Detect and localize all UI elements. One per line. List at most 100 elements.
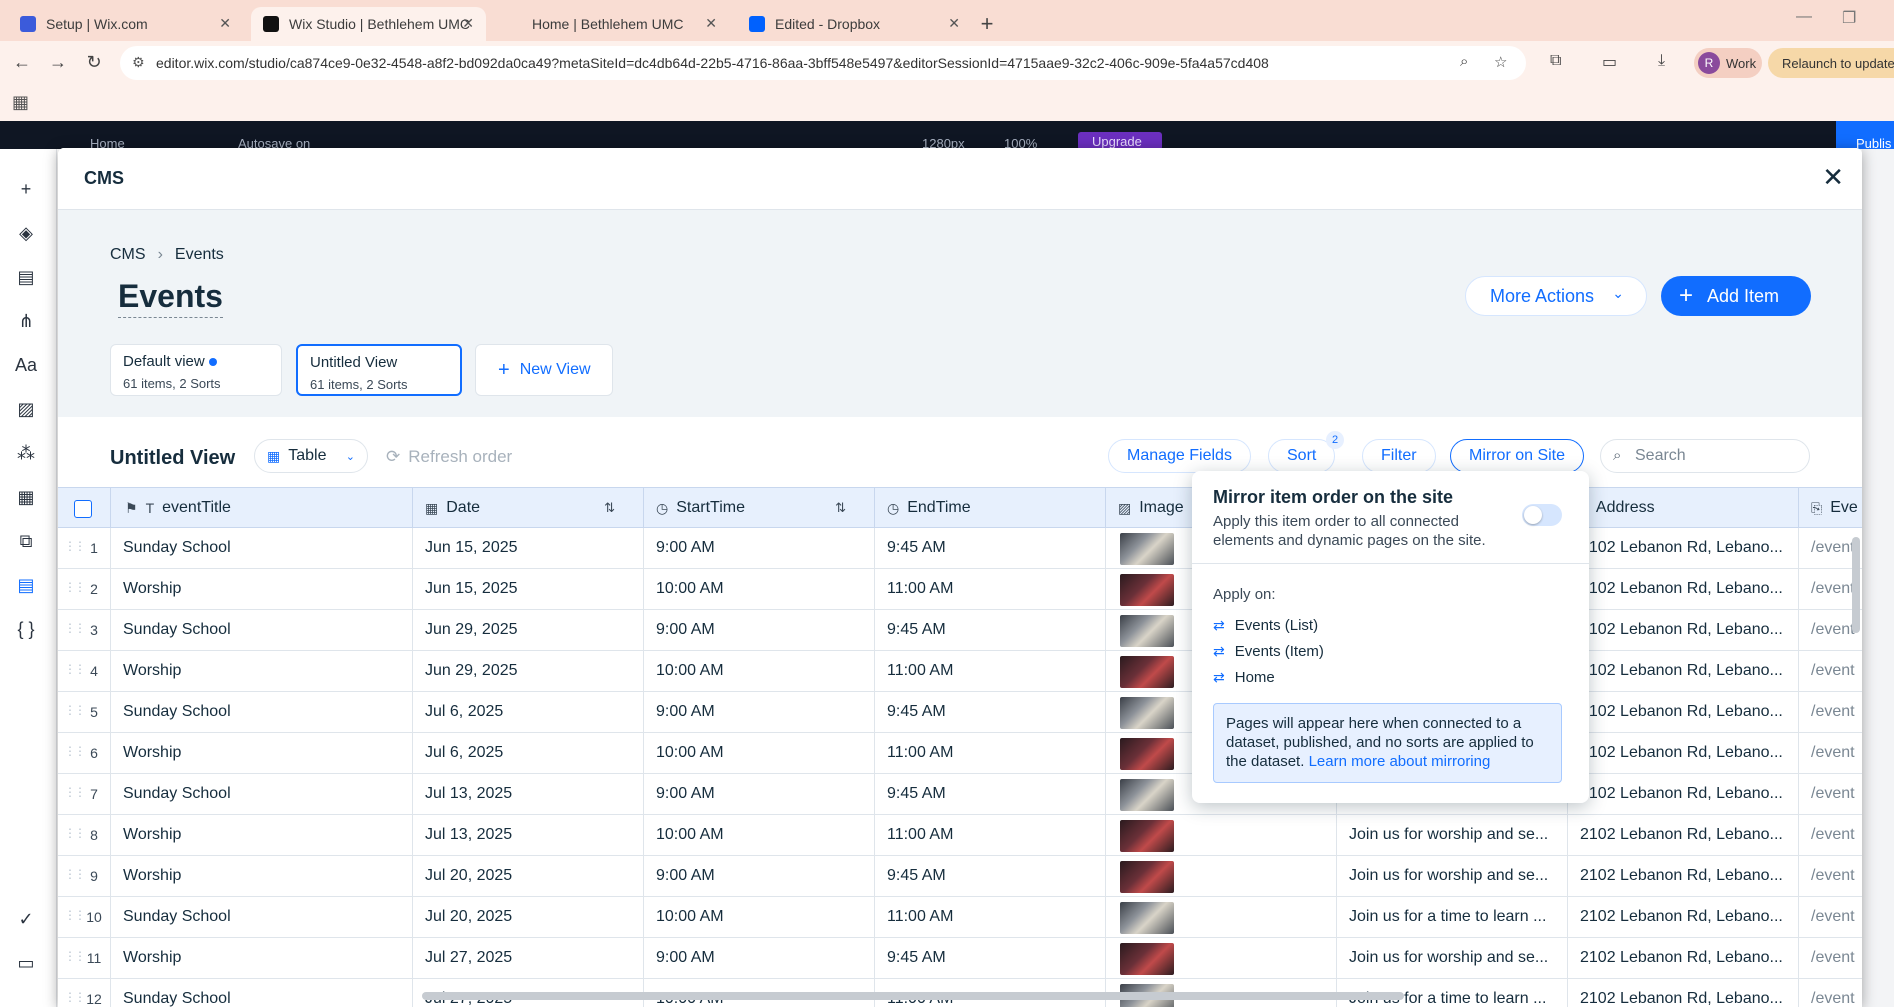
zoom-icon[interactable]: ⌕	[1460, 53, 1468, 70]
browser-tab-setup[interactable]: Setup | Wix.com ✕	[8, 7, 243, 41]
table-row[interactable]: ⋮⋮ 1 Sunday School Jun 15, 2025 9:00 AM 9:45 …	[58, 528, 1862, 569]
breadcrumb-cms-link[interactable]: CMS	[110, 246, 146, 263]
reload-icon[interactable]: ↻	[78, 52, 110, 73]
cell-address[interactable]: 2102 Lebanon Rd, Lebano...	[1568, 979, 1799, 1007]
sort-button[interactable]: Sort	[1268, 439, 1336, 473]
cell-endtime[interactable]: 11:00 AM	[875, 569, 1106, 609]
cell-eventtitle[interactable]: Worship	[111, 733, 413, 773]
cell-date[interactable]: Jul 13, 2025	[413, 774, 644, 814]
business-apps-icon[interactable]: ⧉	[14, 531, 38, 552]
cell-description[interactable]: Join us for worship and se...	[1337, 938, 1568, 978]
cell-eventtitle[interactable]: Worship	[111, 856, 413, 896]
cell-address[interactable]: 2102 Lebanon Rd, Lebano...	[1568, 938, 1799, 978]
browser-tab-wix-studio[interactable]: Wix Studio | Bethlehem UMC ✕	[251, 7, 486, 41]
cell-endtime[interactable]: 11:00 AM	[875, 815, 1106, 855]
relaunch-button[interactable]: Relaunch to update	[1768, 48, 1894, 78]
cell-slug[interactable]: /event	[1799, 856, 1862, 896]
search-field[interactable]: ⌕ Search	[1600, 439, 1810, 473]
forward-icon[interactable]: →	[42, 52, 74, 73]
event-image-thumbnail[interactable]	[1120, 615, 1174, 647]
cms-icon[interactable]: ▤	[14, 575, 38, 596]
table-row[interactable]: ⋮⋮ 2 Worship Jun 15, 2025 10:00 AM 11:00 AM 21…	[58, 569, 1862, 610]
cell-slug[interactable]: /event	[1799, 774, 1862, 814]
cell-endtime[interactable]: 11:00 AM	[875, 733, 1106, 773]
event-image-thumbnail[interactable]	[1120, 533, 1174, 565]
event-image-thumbnail[interactable]	[1120, 656, 1174, 688]
cell-address[interactable]: 2102 Lebanon Rd, Lebano...	[1568, 774, 1799, 814]
restore-icon[interactable]: ❐	[1842, 8, 1856, 28]
cell-endtime[interactable]: 9:45 AM	[875, 938, 1106, 978]
mirror-order-toggle[interactable]	[1522, 504, 1562, 526]
cell-endtime[interactable]: 9:45 AM	[875, 692, 1106, 732]
cast-icon[interactable]: ▭	[1602, 52, 1617, 72]
cell-date[interactable]: Jul 20, 2025	[413, 897, 644, 937]
pages-icon[interactable]: ▤	[14, 267, 38, 288]
cell-date[interactable]: Jul 27, 2025	[413, 938, 644, 978]
cell-address[interactable]: 2102 Lebanon Rd, Lebano...	[1568, 733, 1799, 773]
cell-address[interactable]: 2102 Lebanon Rd, Lebano...	[1568, 569, 1799, 609]
select-all-checkbox[interactable]	[74, 500, 92, 518]
event-image-thumbnail[interactable]	[1120, 902, 1174, 934]
cell-eventtitle[interactable]: Sunday School	[111, 979, 413, 1007]
manage-fields-button[interactable]: Manage Fields	[1108, 439, 1251, 473]
cell-image[interactable]	[1106, 897, 1337, 937]
site-structure-icon[interactable]: ⋔	[14, 311, 38, 332]
app-market-icon[interactable]: ▦	[14, 487, 38, 508]
cell-endtime[interactable]: 11:00 AM	[875, 651, 1106, 691]
cell-starttime[interactable]: 9:00 AM	[644, 692, 875, 732]
cell-date[interactable]: Jun 15, 2025	[413, 569, 644, 609]
column-header-address[interactable]: ⌖ Address	[1568, 488, 1799, 528]
browser-tab-home[interactable]: Home | Bethlehem UMC ✕	[494, 7, 729, 41]
cell-address[interactable]: 2102 Lebanon Rd, Lebano...	[1568, 692, 1799, 732]
close-icon[interactable]: ✕	[1822, 162, 1844, 193]
table-row[interactable]: ⋮⋮ 9 Worship Jul 20, 2025 9:00 AM 9:45 AM Join…	[58, 856, 1862, 897]
filter-button[interactable]: Filter	[1362, 439, 1436, 473]
address-bar[interactable]: ⚙ editor.wix.com/studio/ca874ce9-0e32-45…	[120, 46, 1526, 80]
table-row[interactable]: ⋮⋮ 7 Sunday School Jul 13, 2025 9:00 AM 9:45 …	[58, 774, 1862, 815]
cell-starttime[interactable]: 9:00 AM	[644, 528, 875, 568]
cell-starttime[interactable]: 10:00 AM	[644, 897, 875, 937]
media-icon[interactable]: ▨	[14, 399, 38, 420]
cell-slug[interactable]: /event	[1799, 897, 1862, 937]
cell-eventtitle[interactable]: Worship	[111, 651, 413, 691]
learn-more-mirroring-link[interactable]: Learn more about mirroring	[1309, 753, 1491, 770]
cell-eventtitle[interactable]: Sunday School	[111, 610, 413, 650]
minimize-icon[interactable]: —	[1796, 8, 1812, 26]
table-row[interactable]: ⋮⋮ 8 Worship Jul 13, 2025 10:00 AM 11:00 AM Jo…	[58, 815, 1862, 856]
close-tab-icon[interactable]: ✕	[705, 15, 717, 32]
cell-starttime[interactable]: 9:00 AM	[644, 856, 875, 896]
theme-icon[interactable]: Aa	[14, 355, 38, 376]
column-header-date[interactable]: ▦ Date ⇅	[413, 488, 644, 528]
cell-date[interactable]: Jun 29, 2025	[413, 651, 644, 691]
download-icon[interactable]: ⤓	[1658, 52, 1665, 70]
new-tab-icon[interactable]: +	[972, 7, 1002, 41]
cell-slug[interactable]: /event	[1799, 733, 1862, 773]
cell-date[interactable]: Jul 20, 2025	[413, 856, 644, 896]
add-item-button[interactable]: + Add Item	[1661, 276, 1811, 316]
cell-image[interactable]	[1106, 938, 1337, 978]
checklist-icon[interactable]: ✓	[14, 909, 38, 930]
page-title[interactable]: Events	[118, 278, 223, 318]
cell-image[interactable]	[1106, 815, 1337, 855]
table-row[interactable]: ⋮⋮ 5 Sunday School Jul 6, 2025 9:00 AM 9:45 A…	[58, 692, 1862, 733]
cell-endtime[interactable]: 9:45 AM	[875, 774, 1106, 814]
event-image-thumbnail[interactable]	[1120, 861, 1174, 893]
cell-date[interactable]: Jul 6, 2025	[413, 733, 644, 773]
apps-grid-icon[interactable]: ▦	[12, 92, 29, 113]
view-card-untitled[interactable]: Untitled View 61 items, 2 Sorts	[296, 344, 462, 396]
view-card-default[interactable]: Default view 61 items, 2 Sorts	[110, 344, 282, 396]
cell-image[interactable]	[1106, 856, 1337, 896]
cell-endtime[interactable]: 9:45 AM	[875, 610, 1106, 650]
cell-slug[interactable]: /event	[1799, 692, 1862, 732]
cell-endtime[interactable]: 11:00 AM	[875, 897, 1106, 937]
event-image-thumbnail[interactable]	[1120, 738, 1174, 770]
new-view-button[interactable]: + New View	[475, 344, 613, 396]
cell-date[interactable]: Jun 15, 2025	[413, 528, 644, 568]
column-header-slug[interactable]: ⎘ Eve	[1799, 488, 1862, 528]
event-image-thumbnail[interactable]	[1120, 820, 1174, 852]
event-image-thumbnail[interactable]	[1120, 697, 1174, 729]
refresh-order-button[interactable]: ⟳ Refresh order	[386, 447, 512, 467]
cell-starttime[interactable]: 10:00 AM	[644, 651, 875, 691]
vertical-scrollbar[interactable]	[1852, 537, 1860, 633]
cell-eventtitle[interactable]: Worship	[111, 569, 413, 609]
